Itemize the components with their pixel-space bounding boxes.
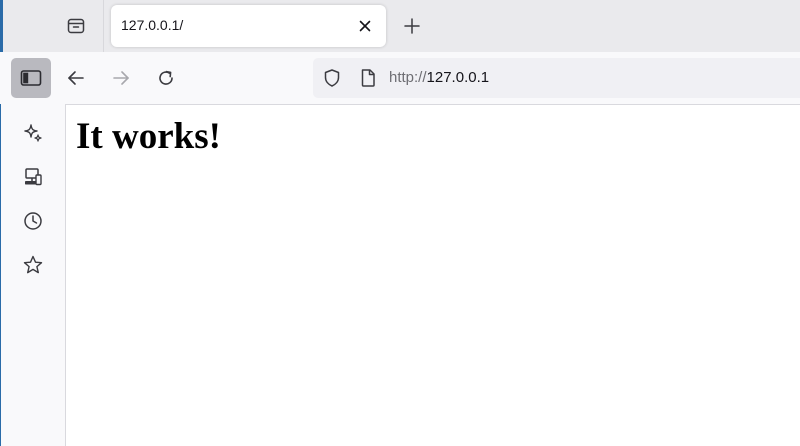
window-edge <box>0 0 3 52</box>
sidebar-toggle-icon <box>20 69 42 87</box>
forward-button[interactable] <box>105 62 137 94</box>
new-tab-button[interactable] <box>398 12 426 40</box>
page-heading: It works! <box>76 116 221 157</box>
tab-list-button[interactable] <box>62 12 90 40</box>
url-text[interactable]: http://127.0.0.1 <box>389 69 489 86</box>
shield-icon <box>322 68 342 88</box>
synced-devices-icon <box>22 166 44 188</box>
sidebar-item-bookmarks[interactable] <box>18 250 48 280</box>
sparkle-ai-icon <box>22 122 44 144</box>
tab-strip: 127.0.0.1/ <box>0 0 800 52</box>
page-icon <box>359 68 377 88</box>
plus-icon <box>403 17 421 35</box>
reload-button[interactable] <box>150 62 182 94</box>
close-icon <box>358 19 372 33</box>
url-host: 127.0.0.1 <box>426 69 490 86</box>
tracking-protection-button[interactable] <box>321 67 343 89</box>
window-edge-left <box>0 104 1 446</box>
sidebar-item-ai-chatbot[interactable] <box>18 118 48 148</box>
tab-list-icon <box>66 16 86 36</box>
sidebar-toggle-button[interactable] <box>11 58 51 98</box>
back-button[interactable] <box>60 62 92 94</box>
url-bar[interactable]: http://127.0.0.1 <box>313 58 800 98</box>
nav-bar: http://127.0.0.1 <box>0 52 800 104</box>
tabstrip-separator <box>103 0 104 52</box>
tab-title: 127.0.0.1/ <box>121 17 184 33</box>
history-clock-icon <box>22 210 44 232</box>
sidebar-item-synced-tabs[interactable] <box>18 162 48 192</box>
page-content: It works! <box>65 104 800 446</box>
arrow-right-icon <box>111 68 131 88</box>
sidebar-item-history[interactable] <box>18 206 48 236</box>
tab-active[interactable]: 127.0.0.1/ <box>111 5 386 47</box>
sidebar <box>0 104 65 446</box>
reload-icon <box>156 68 176 88</box>
arrow-left-icon <box>66 68 86 88</box>
url-scheme: http:// <box>389 69 427 86</box>
bookmarks-star-icon <box>22 254 44 276</box>
page-info-button[interactable] <box>357 67 379 89</box>
browser-window: 127.0.0.1/ http://127.0.0.1 It works! <box>0 0 800 446</box>
tab-close-button[interactable] <box>354 15 376 37</box>
